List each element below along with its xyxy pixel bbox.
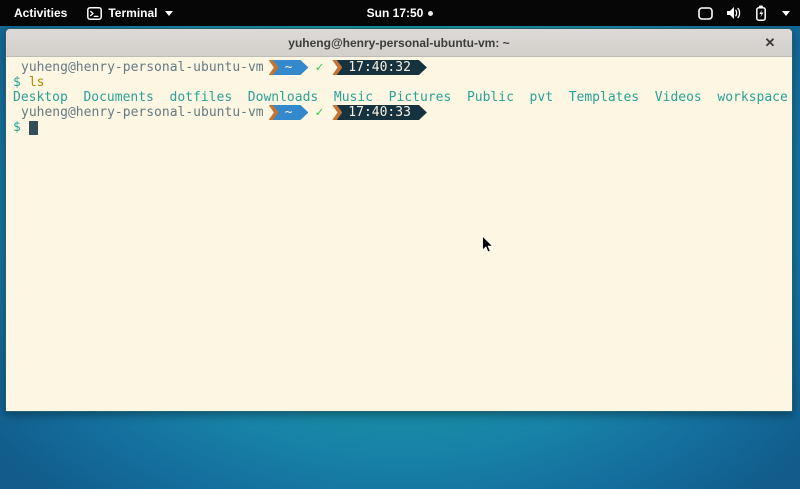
terminal-screen[interactable]: yuheng@henry-personal-ubuntu-vm ~ ✓ 17:4… — [6, 57, 792, 411]
typed-command: ls — [29, 75, 45, 90]
chevron-down-icon — [165, 11, 173, 16]
app-menu-terminal[interactable]: Terminal — [87, 6, 173, 20]
prompt-user-host: yuheng@henry-personal-ubuntu-vm — [21, 60, 264, 75]
terminal-app-icon — [87, 7, 102, 20]
close-button[interactable]: ✕ — [761, 34, 779, 52]
terminal-window: yuheng@henry-personal-ubuntu-vm: ~ ✕ yuh… — [5, 28, 793, 412]
notification-dot-icon — [428, 11, 433, 16]
prompt-line: yuheng@henry-personal-ubuntu-vm ~ ✓ 17:4… — [13, 105, 792, 120]
gnome-top-bar: Activities Terminal Sun 17:50 — [0, 0, 800, 26]
prompt-status-check-icon: ✓ — [315, 60, 323, 75]
prompt-line: yuheng@henry-personal-ubuntu-vm ~ ✓ 17:4… — [13, 60, 792, 75]
app-menu-label: Terminal — [108, 6, 157, 20]
clock-button[interactable]: Sun 17:50 — [367, 6, 434, 20]
prompt-time-segment: 17:40:33 — [334, 105, 427, 120]
prompt-symbol: $ — [13, 75, 21, 90]
ls-output-line: Desktop Documents dotfiles Downloads Mus… — [13, 90, 792, 105]
screen-icon — [698, 7, 713, 20]
prompt-symbol: $ — [13, 120, 21, 135]
prompt-status-check-icon: ✓ — [315, 105, 323, 120]
window-titlebar[interactable]: yuheng@henry-personal-ubuntu-vm: ~ ✕ — [6, 29, 792, 57]
chevron-down-icon — [782, 11, 790, 16]
command-line: $ ls — [13, 75, 792, 90]
battery-charging-icon — [755, 5, 767, 21]
volume-icon — [726, 6, 742, 20]
input-line: $ — [13, 120, 792, 135]
clock-label: Sun 17:50 — [367, 6, 424, 20]
terminal-cursor — [29, 121, 38, 135]
top-bar-left: Activities Terminal — [10, 4, 173, 22]
activities-button[interactable]: Activities — [10, 4, 71, 22]
prompt-time-segment: 17:40:32 — [334, 60, 427, 75]
desktop-background[interactable]: yuheng@henry-personal-ubuntu-vm: ~ ✕ yuh… — [0, 26, 800, 489]
prompt-user-host: yuheng@henry-personal-ubuntu-vm — [21, 105, 264, 120]
system-status-area[interactable] — [698, 0, 790, 26]
window-title: yuheng@henry-personal-ubuntu-vm: ~ — [288, 36, 509, 50]
